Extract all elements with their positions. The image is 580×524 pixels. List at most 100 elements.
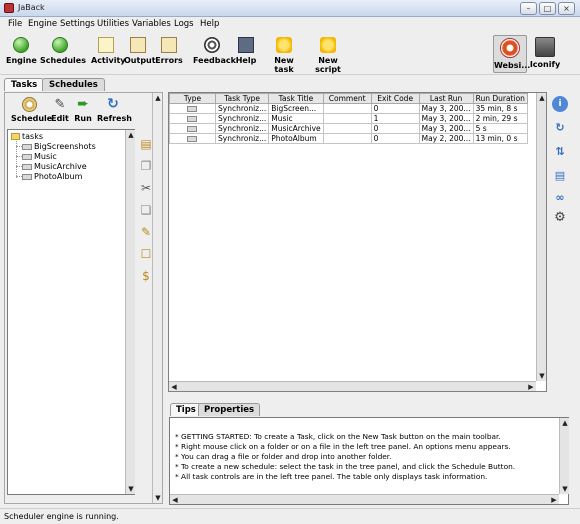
errors-button[interactable]: Errors xyxy=(155,35,183,73)
column-header[interactable]: Comment xyxy=(322,93,372,104)
tip-line: * GETTING STARTED: To create a Task, cli… xyxy=(175,432,501,441)
menu-help[interactable]: Help xyxy=(200,19,219,29)
minimize-button[interactable]: – xyxy=(520,2,537,15)
run-button[interactable]: ➨ Run xyxy=(74,96,92,124)
run-arrow-icon: ➨ xyxy=(77,96,89,112)
paste-icon[interactable]: ❏ xyxy=(138,202,154,218)
table-row[interactable]: Synchroniz... PhotoAlbum 0 May 2, 200...… xyxy=(169,133,528,144)
errors-icon xyxy=(161,37,177,53)
scroll-left-icon[interactable]: ◀ xyxy=(169,382,179,392)
column-header[interactable]: Type xyxy=(169,93,216,104)
menu-variables[interactable]: Variables xyxy=(132,19,171,29)
menu-logs[interactable]: Logs xyxy=(174,19,194,29)
clipboard-icon[interactable]: ☐ xyxy=(138,246,154,262)
table-cell xyxy=(322,133,372,144)
tree-item[interactable]: BigScreenshots xyxy=(22,142,96,151)
tab-schedules[interactable]: Schedules xyxy=(42,78,105,91)
copy-icon[interactable]: ❐ xyxy=(138,158,154,174)
menu-settings[interactable]: Settings xyxy=(60,19,95,29)
type-cell xyxy=(169,123,216,134)
output-button[interactable]: Output xyxy=(124,35,156,73)
column-header[interactable]: Last Run xyxy=(418,93,474,104)
variable-icon[interactable]: $ xyxy=(138,268,154,284)
column-header[interactable]: Task Type xyxy=(214,93,270,104)
help-button[interactable]: Help xyxy=(235,35,257,73)
sync-task-icon xyxy=(186,126,197,132)
table-row[interactable]: Synchroniz... MusicArchive 0 May 3, 200.… xyxy=(169,123,528,134)
table-cell: Synchroniz... xyxy=(214,103,270,114)
tree-item[interactable]: MusicArchive xyxy=(22,162,87,171)
edit-note-icon[interactable]: ✎ xyxy=(138,224,154,240)
info-icon[interactable]: i xyxy=(552,96,568,112)
menu-file[interactable]: File xyxy=(8,19,22,29)
scroll-right-icon[interactable]: ▶ xyxy=(549,495,559,505)
scroll-down-icon[interactable]: ▼ xyxy=(537,371,547,381)
scroll-up-icon[interactable]: ▲ xyxy=(153,93,163,103)
website-button[interactable]: Websi... xyxy=(493,35,530,73)
tab-properties[interactable]: Properties xyxy=(198,403,261,416)
new-task-label: New task xyxy=(274,56,294,74)
table-cell: Music xyxy=(268,113,324,124)
new-script-button[interactable]: New script xyxy=(307,35,349,74)
tree-root[interactable]: tasks xyxy=(11,132,43,141)
settings-icon[interactable]: ⚙ xyxy=(552,210,568,226)
table-row[interactable]: Synchroniz... Music 1 May 3, 200... 2 mi… xyxy=(169,113,528,124)
maximize-button[interactable]: □ xyxy=(539,2,556,15)
refresh-button[interactable]: ↻ Refresh xyxy=(97,97,132,124)
help-book-icon xyxy=(238,37,254,53)
scroll-down-icon[interactable]: ▼ xyxy=(153,493,163,503)
schedule-button[interactable]: Schedule xyxy=(11,97,52,123)
tree-vertical-scrollbar[interactable]: ▲ ▼ xyxy=(125,130,135,494)
task-table-panel: Type Task Type Task Title Comment Exit C… xyxy=(168,92,547,392)
title-bar: JaBack – □ × xyxy=(0,0,580,17)
iconify-button[interactable]: Iconify xyxy=(528,35,562,73)
columns-icon[interactable]: ▤ xyxy=(552,168,568,184)
left-panel-scrollbar[interactable]: ▲ ▼ xyxy=(152,93,162,503)
new-folder-icon[interactable]: ▤ xyxy=(138,136,154,152)
table-cell: May 3, 200... xyxy=(418,113,474,124)
scroll-down-icon[interactable]: ▼ xyxy=(126,484,136,494)
refresh-label: Refresh xyxy=(97,114,132,123)
tip-line: * All task controls are in the left tree… xyxy=(175,472,488,481)
close-button[interactable]: × xyxy=(558,2,575,15)
sort-icon[interactable]: ⇅ xyxy=(552,144,568,160)
tree-item[interactable]: PhotoAlbum xyxy=(22,172,82,181)
scroll-left-icon[interactable]: ◀ xyxy=(170,495,180,505)
tips-horizontal-scrollbar[interactable]: ◀ ▶ xyxy=(170,494,559,504)
column-header[interactable]: Task Title xyxy=(268,93,324,104)
status-bar: Scheduler engine is running. xyxy=(0,508,580,524)
scroll-up-icon[interactable]: ▲ xyxy=(537,93,547,103)
menu-bar: File Engine Settings Utilities Variables… xyxy=(0,17,580,32)
table-cell: Synchroniz... xyxy=(214,133,270,144)
scroll-down-icon[interactable]: ▼ xyxy=(560,484,570,494)
tab-tasks[interactable]: Tasks xyxy=(4,78,45,91)
table-horizontal-scrollbar[interactable]: ◀ ▶ xyxy=(169,381,536,391)
scroll-up-icon[interactable]: ▲ xyxy=(560,418,570,428)
scroll-right-icon[interactable]: ▶ xyxy=(526,382,536,392)
schedules-button[interactable]: Schedules xyxy=(40,35,86,73)
new-script-icon xyxy=(320,37,336,53)
feedback-button[interactable]: Feedback xyxy=(193,35,236,73)
table-vertical-scrollbar[interactable]: ▲ ▼ xyxy=(536,93,546,381)
menu-utilities[interactable]: Utilities xyxy=(97,19,129,29)
menu-engine[interactable]: Engine xyxy=(28,19,57,29)
tips-vertical-scrollbar[interactable]: ▲ ▼ xyxy=(559,418,569,494)
link-icon[interactable]: ∞ xyxy=(552,190,568,206)
activity-button[interactable]: Activity xyxy=(91,35,126,73)
help-label: Help xyxy=(235,56,257,65)
table-cell: 1 xyxy=(370,113,420,124)
edit-button[interactable]: ✎ Edit xyxy=(51,97,69,123)
engine-button[interactable]: Engine xyxy=(6,35,37,73)
scroll-up-icon[interactable]: ▲ xyxy=(126,130,136,140)
cut-icon[interactable]: ✂ xyxy=(138,180,154,196)
bottom-panel: Tips Properties * GETTING STARTED: To cr… xyxy=(168,400,573,505)
table-row[interactable]: Synchroniz... BigScreen... 0 May 3, 200.… xyxy=(169,103,528,114)
app-icon xyxy=(4,3,14,13)
column-header[interactable]: Exit Code xyxy=(370,93,420,104)
refresh-icon[interactable]: ↻ xyxy=(552,120,568,136)
column-header[interactable]: Run Duration xyxy=(472,93,528,104)
schedule-label: Schedule xyxy=(11,114,53,123)
table-cell: May 3, 200... xyxy=(418,123,474,134)
tree-item[interactable]: Music xyxy=(22,152,57,161)
new-task-button[interactable]: New task xyxy=(265,35,303,74)
